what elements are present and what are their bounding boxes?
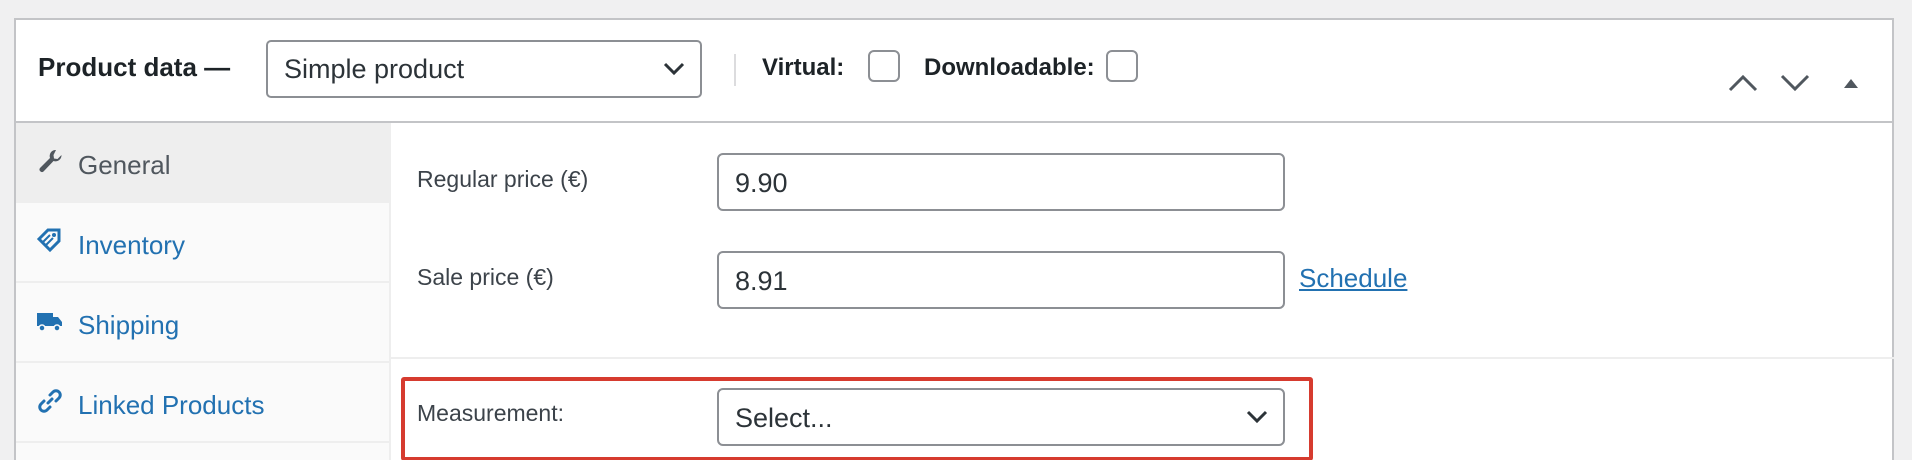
measurement-value: Select... (735, 403, 833, 433)
sale-price-value: 8.91 (735, 266, 788, 296)
truck-icon (37, 313, 62, 332)
measurement-select[interactable]: Select... (717, 388, 1285, 446)
tab-inventory-label: Inventory (78, 230, 185, 260)
tab-linked-products[interactable]: Linked Products (16, 363, 389, 443)
regular-price-label: Regular price (€) (417, 166, 589, 192)
tab-general-label: General (78, 150, 171, 180)
product-data-header: Product data — Simple product Virtual: D… (16, 20, 1892, 123)
measurement-label: Measurement: (417, 400, 565, 426)
schedule-link[interactable]: Schedule (1299, 263, 1407, 294)
panel-title: Product data — (38, 52, 231, 82)
header-divider (734, 54, 736, 86)
virtual-checkbox[interactable] (868, 50, 900, 82)
tab-general[interactable]: General (16, 123, 389, 203)
sale-price-label: Sale price (€) (417, 264, 554, 290)
product-data-panel: Product data — Simple product Virtual: D… (14, 18, 1894, 460)
sale-price-input[interactable]: 8.91 (717, 251, 1285, 309)
regular-price-input[interactable]: 9.90 (717, 153, 1285, 211)
tag-icon (36, 228, 61, 253)
downloadable-checkbox[interactable] (1106, 50, 1138, 82)
section-divider (391, 357, 1894, 359)
tab-inventory[interactable]: Inventory (16, 203, 389, 283)
tab-shipping[interactable]: Shipping (16, 283, 389, 363)
product-data-tabs: General Inventory Shipping Linked Produc… (16, 123, 391, 460)
move-up-icon[interactable] (1726, 72, 1760, 94)
virtual-label: Virtual: (762, 54, 845, 81)
regular-price-value: 9.90 (735, 168, 788, 198)
general-tab-panel: Regular price (€) 9.90 Sale price (€) 8.… (391, 123, 1894, 460)
chevron-down-icon (663, 62, 685, 76)
link-icon (38, 389, 62, 413)
chevron-down-icon (1246, 410, 1268, 424)
downloadable-label: Downloadable: (924, 54, 1095, 81)
product-type-select[interactable]: Simple product (266, 40, 702, 98)
collapse-icon[interactable] (1834, 72, 1868, 94)
tab-linked-products-label: Linked Products (78, 390, 265, 420)
wrench-icon (39, 149, 62, 172)
product-type-value: Simple product (284, 54, 465, 84)
move-down-icon[interactable] (1778, 72, 1812, 94)
tab-shipping-label: Shipping (78, 310, 180, 340)
